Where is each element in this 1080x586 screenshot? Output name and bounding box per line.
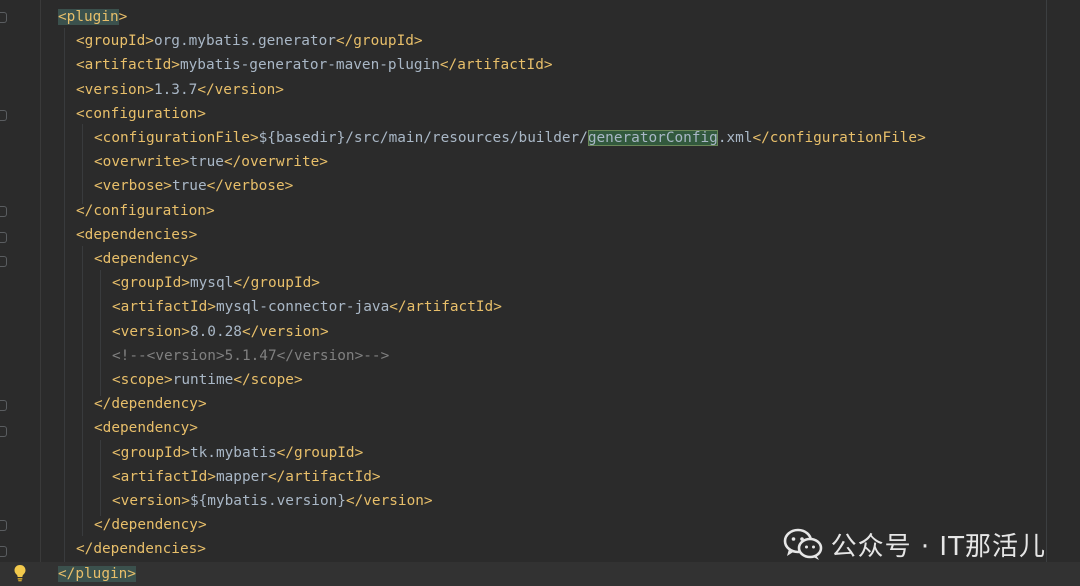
- xml-tag: <version>: [112, 323, 190, 340]
- xml-tag: </verbose>: [206, 178, 294, 195]
- xml-tag: </scope>: [233, 372, 303, 388]
- xml-text: 8.0.28: [189, 323, 242, 340]
- code-line[interactable]: <dependencies>: [0, 223, 197, 247]
- xml-tag: <plugin: [58, 9, 119, 25]
- lightbulb-icon[interactable]: [13, 564, 27, 582]
- search-match: generatorConfig: [587, 130, 718, 146]
- xml-text: mybatis-generator-maven-plugin: [179, 57, 440, 74]
- code-line[interactable]: <overwrite>true</overwrite>: [0, 150, 328, 174]
- code-line[interactable]: <plugin>: [0, 5, 127, 29]
- code-line[interactable]: <dependency>: [0, 416, 198, 440]
- xml-tag: <artifactId>: [76, 57, 180, 74]
- watermark-text: 公众号 · IT那活儿: [830, 531, 1046, 562]
- xml-tag: <groupId>: [112, 444, 190, 461]
- xml-tag: <artifactId>: [112, 299, 216, 316]
- code-line[interactable]: </configuration>: [0, 199, 215, 223]
- code-editor[interactable]: <plugin> <groupId>org.mybatis.generator</…: [0, 0, 1080, 586]
- xml-tag: <configuration>: [76, 105, 206, 122]
- xml-tag: </configurationFile>: [752, 130, 926, 146]
- code-line[interactable]: <groupId>org.mybatis.generator</groupId>: [0, 29, 423, 53]
- xml-tag: <version>: [76, 81, 154, 98]
- code-line[interactable]: </dependency>: [0, 392, 207, 416]
- code-line[interactable]: <dependency>: [0, 247, 198, 271]
- xml-text: 1.3.7: [153, 81, 198, 98]
- xml-tag: </plugin>: [58, 565, 136, 582]
- xml-tag: <dependency>: [94, 420, 198, 437]
- xml-text: mysql: [189, 275, 234, 292]
- wechat-icon: [783, 528, 822, 560]
- code-line[interactable]: <version>8.0.28</version>: [0, 320, 329, 344]
- xml-comment: <!--<version>5.1.47</version>-->: [112, 347, 390, 364]
- xml-text: tk.mybatis: [189, 444, 277, 461]
- xml-text: runtime: [172, 372, 234, 388]
- xml-tag: </configuration>: [76, 202, 215, 219]
- code-line[interactable]: <groupId>tk.mybatis</groupId>: [0, 441, 363, 465]
- xml-tag: </artifactId>: [439, 57, 553, 74]
- code-line[interactable]: <artifactId>mapper</artifactId>: [0, 465, 381, 489]
- xml-tag: <overwrite>: [94, 154, 190, 171]
- xml-tag: </artifactId>: [389, 299, 502, 316]
- xml-text: .xml: [717, 130, 753, 146]
- xml-text: true: [171, 178, 207, 195]
- code-line[interactable]: </dependencies>: [0, 537, 206, 561]
- watermark: 公众号 · IT那活儿: [783, 524, 1046, 564]
- xml-tag: <artifactId>: [112, 468, 216, 485]
- xml-text: mapper: [215, 468, 268, 485]
- xml-tag: </overwrite>: [223, 154, 328, 171]
- code-line[interactable]: <verbose>true</verbose>: [0, 174, 293, 198]
- xml-text: ${basedir}/src/main/resources/builder/: [258, 130, 588, 146]
- xml-text: org.mybatis.generator: [153, 33, 336, 50]
- code-line[interactable]: <artifactId>mybatis-generator-maven-plug…: [0, 53, 553, 77]
- xml-tag: <dependencies>: [76, 226, 198, 243]
- xml-tag: </version>: [241, 323, 329, 340]
- xml-text: true: [189, 154, 224, 171]
- xml-tag: <scope>: [112, 372, 173, 388]
- xml-tag: </groupId>: [335, 33, 423, 50]
- xml-tag: </groupId>: [233, 275, 320, 292]
- right-margin-guide: [1046, 0, 1047, 586]
- xml-tag: <groupId>: [76, 33, 154, 50]
- xml-text: mysql-connector-java: [215, 299, 390, 316]
- code-line[interactable]: <groupId>mysql</groupId>: [0, 271, 320, 295]
- code-line[interactable]: <version>${mybatis.version}</version>: [0, 489, 433, 513]
- xml-tag: <dependency>: [94, 251, 198, 267]
- xml-tag: </dependency>: [94, 517, 207, 534]
- xml-tag: </dependencies>: [76, 541, 206, 558]
- code-line[interactable]: <!--<version>5.1.47</version>-->: [0, 344, 389, 368]
- xml-tag: <configurationFile>: [94, 130, 259, 146]
- code-line[interactable]: </dependency>: [0, 513, 207, 537]
- xml-tag: <verbose>: [94, 178, 172, 195]
- xml-tag: <version>: [112, 493, 190, 509]
- code-line[interactable]: <artifactId>mysql-connector-java</artifa…: [0, 295, 502, 319]
- code-line[interactable]: <configuration>: [0, 102, 206, 126]
- xml-tag: <groupId>: [112, 275, 190, 292]
- code-line[interactable]: <scope>runtime</scope>: [0, 368, 303, 392]
- xml-tag: </dependency>: [94, 396, 207, 413]
- xml-tag: >: [118, 9, 128, 25]
- xml-tag: </version>: [345, 493, 433, 509]
- xml-tag: </artifactId>: [267, 468, 381, 485]
- xml-text: ${mybatis.version}: [189, 493, 346, 509]
- code-line[interactable]: <version>1.3.7</version>: [0, 78, 284, 102]
- code-line[interactable]: <configurationFile>${basedir}/src/main/r…: [0, 126, 926, 150]
- code-line[interactable]: </plugin>: [0, 561, 1080, 586]
- xml-tag: </groupId>: [276, 444, 364, 461]
- xml-tag: </version>: [197, 81, 284, 98]
